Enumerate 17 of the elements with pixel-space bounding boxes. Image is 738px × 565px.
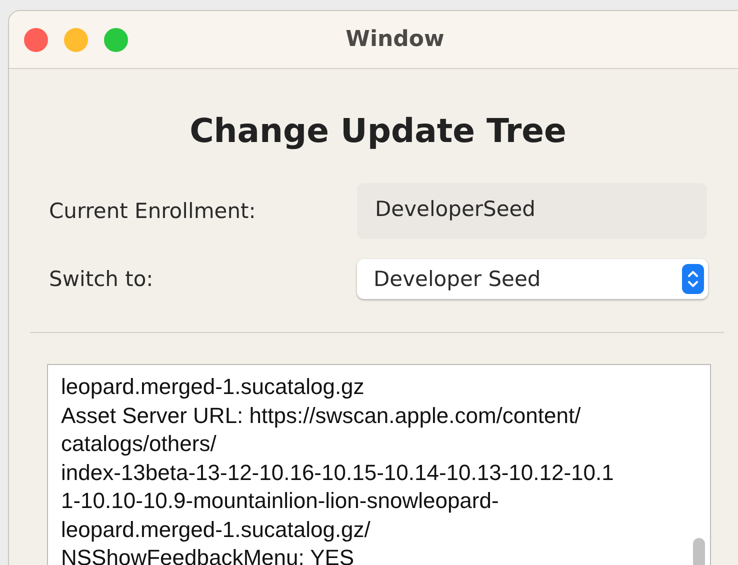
minimize-button[interactable] xyxy=(64,28,88,52)
zoom-button[interactable] xyxy=(104,28,128,52)
output-line: NSShowFeedbackMenu: YES xyxy=(61,544,356,565)
output-line: 1-10.10-10.9-mountainlion-lion-snowleopard- xyxy=(61,487,500,515)
output-line: Asset Server URL: https://swscan.apple.com/content/ xyxy=(61,402,582,430)
output-line: leopard.merged-1.sucatalog.gz xyxy=(61,373,366,401)
stepper-icon xyxy=(682,264,704,294)
field-label: Switch to: xyxy=(48,267,154,291)
heading: Change Update Tree xyxy=(188,111,568,151)
window-title: Window xyxy=(346,27,444,52)
output-line: catalogs/others/ xyxy=(61,430,218,458)
close-button[interactable] xyxy=(24,28,48,52)
enrollment-field: DeveloperSeed xyxy=(357,183,707,239)
seed-dropdown[interactable]: Developer Seed xyxy=(356,259,708,299)
output-line: leopard.merged-1.sucatalog.gz/ xyxy=(61,516,372,544)
output-line: index-13beta-13-12-10.16-10.15-10.14-10.13-10.12-10.1 xyxy=(61,458,615,486)
field-label: Current Enrollment: xyxy=(48,199,257,223)
